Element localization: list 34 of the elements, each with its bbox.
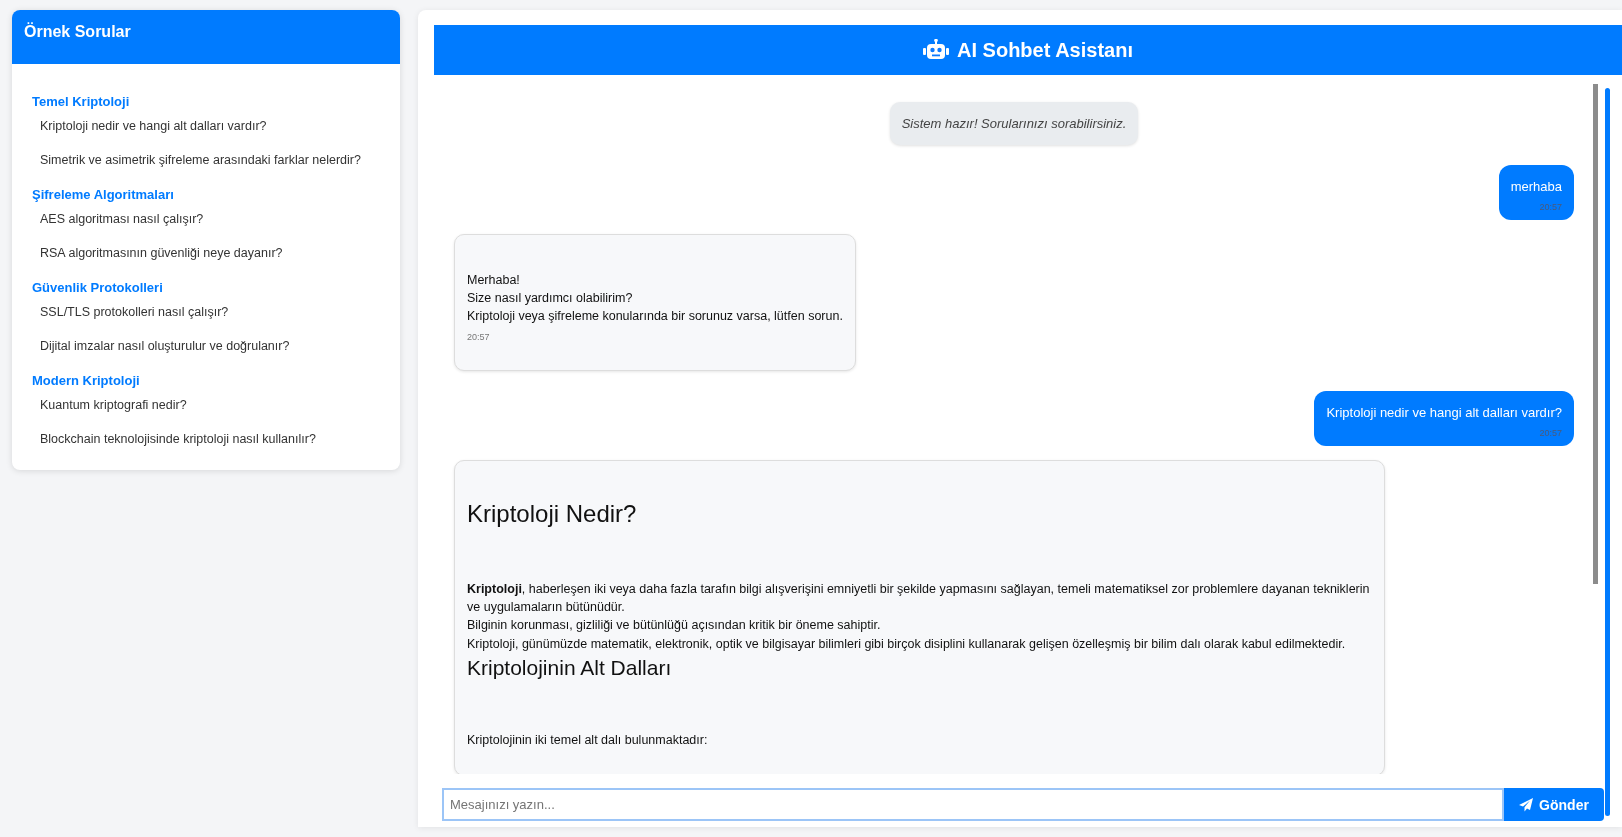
- message-line: Merhaba!: [467, 272, 521, 289]
- sample-question[interactable]: Kriptoloji nedir ve hangi alt dalları vardır?: [32, 119, 275, 153]
- send-button[interactable]: Gönder: [1504, 788, 1604, 821]
- chat-title: AI Sohbet Asistanı: [957, 38, 1133, 62]
- sample-question[interactable]: AES algoritması nasıl çalışır?: [32, 212, 212, 246]
- message-text: Kriptoloji nedir ve hangi alt dalları vardır?: [1326, 405, 1562, 421]
- message-input[interactable]: Mesajınızı yazın...: [442, 788, 1504, 821]
- message-time: 20:57: [1538, 202, 1562, 212]
- sidebar-title: Örnek Sorular: [24, 23, 131, 40]
- system-message: Sistem hazır! Sorularınızı sorabilirsiniz.: [889, 102, 1139, 145]
- category-title: Şifreleme Algoritmaları: [32, 187, 175, 202]
- message-subheading: Kriptolojinin Alt Dalları: [467, 654, 673, 681]
- message-line: Kriptoloji veya şifreleme konularında bir sorunuz varsa, lütfen sorun.: [467, 308, 843, 326]
- sample-question[interactable]: SSL/TLS protokolleri nasıl çalışır?: [32, 305, 237, 339]
- message-time: 20:57: [467, 331, 491, 345]
- category-title: Temel Kriptoloji: [32, 94, 131, 109]
- message-heading: Kriptoloji Nedir?: [467, 499, 638, 530]
- sample-question[interactable]: Dijital imzalar nasıl oluşturulur ve doğrulanır?: [32, 339, 298, 373]
- message-line: Bilginin korunması, gizliliği ve bütünlüğü açısından kritik bir öneme sahiptir.: [467, 617, 882, 635]
- sample-question[interactable]: RSA algoritmasının güvenliği neye dayanır?: [32, 246, 291, 280]
- sample-question[interactable]: Blockchain teknolojisinde kriptoloji nasıl kullanılır?: [32, 432, 324, 446]
- robot-icon: [923, 39, 949, 61]
- message-line: Size nasıl yardımcı olabilirim?: [467, 290, 634, 308]
- message-text: merhaba: [1510, 179, 1562, 194]
- category-title: Modern Kriptoloji: [32, 373, 141, 388]
- message-line: Kriptoloji, günümüzde matematik, elektronik, optik ve bilgisayar bilimleri gibi birçok disiplini kullanarak gelişen özelleşmiş bir bilim dalı olarak kabul edilmektedir.: [467, 635, 1347, 653]
- sample-question[interactable]: Kuantum kriptografi nedir?: [32, 398, 195, 432]
- message-time: 20:57: [1538, 428, 1562, 439]
- scrollbar[interactable]: [1593, 84, 1598, 584]
- message-line: Kriptoloji, haberleşen iki veya daha fazla tarafın bilgi alışverişini emniyetli bir şekilde yapmasını sağlayan, temeli matematiksel zor problemlere dayanan tekniklerin ve uygulamaların bütünüdür.: [467, 581, 1371, 617]
- sample-question[interactable]: Simetrik ve asimetrik şifreleme arasındaki farklar nelerdir?: [32, 153, 369, 187]
- category-title: Güvenlik Protokolleri: [32, 280, 164, 295]
- paper-plane-icon: [1519, 797, 1534, 812]
- message-line: Kriptolojinin iki temel alt dalı bulunmaktadır:: [467, 732, 709, 750]
